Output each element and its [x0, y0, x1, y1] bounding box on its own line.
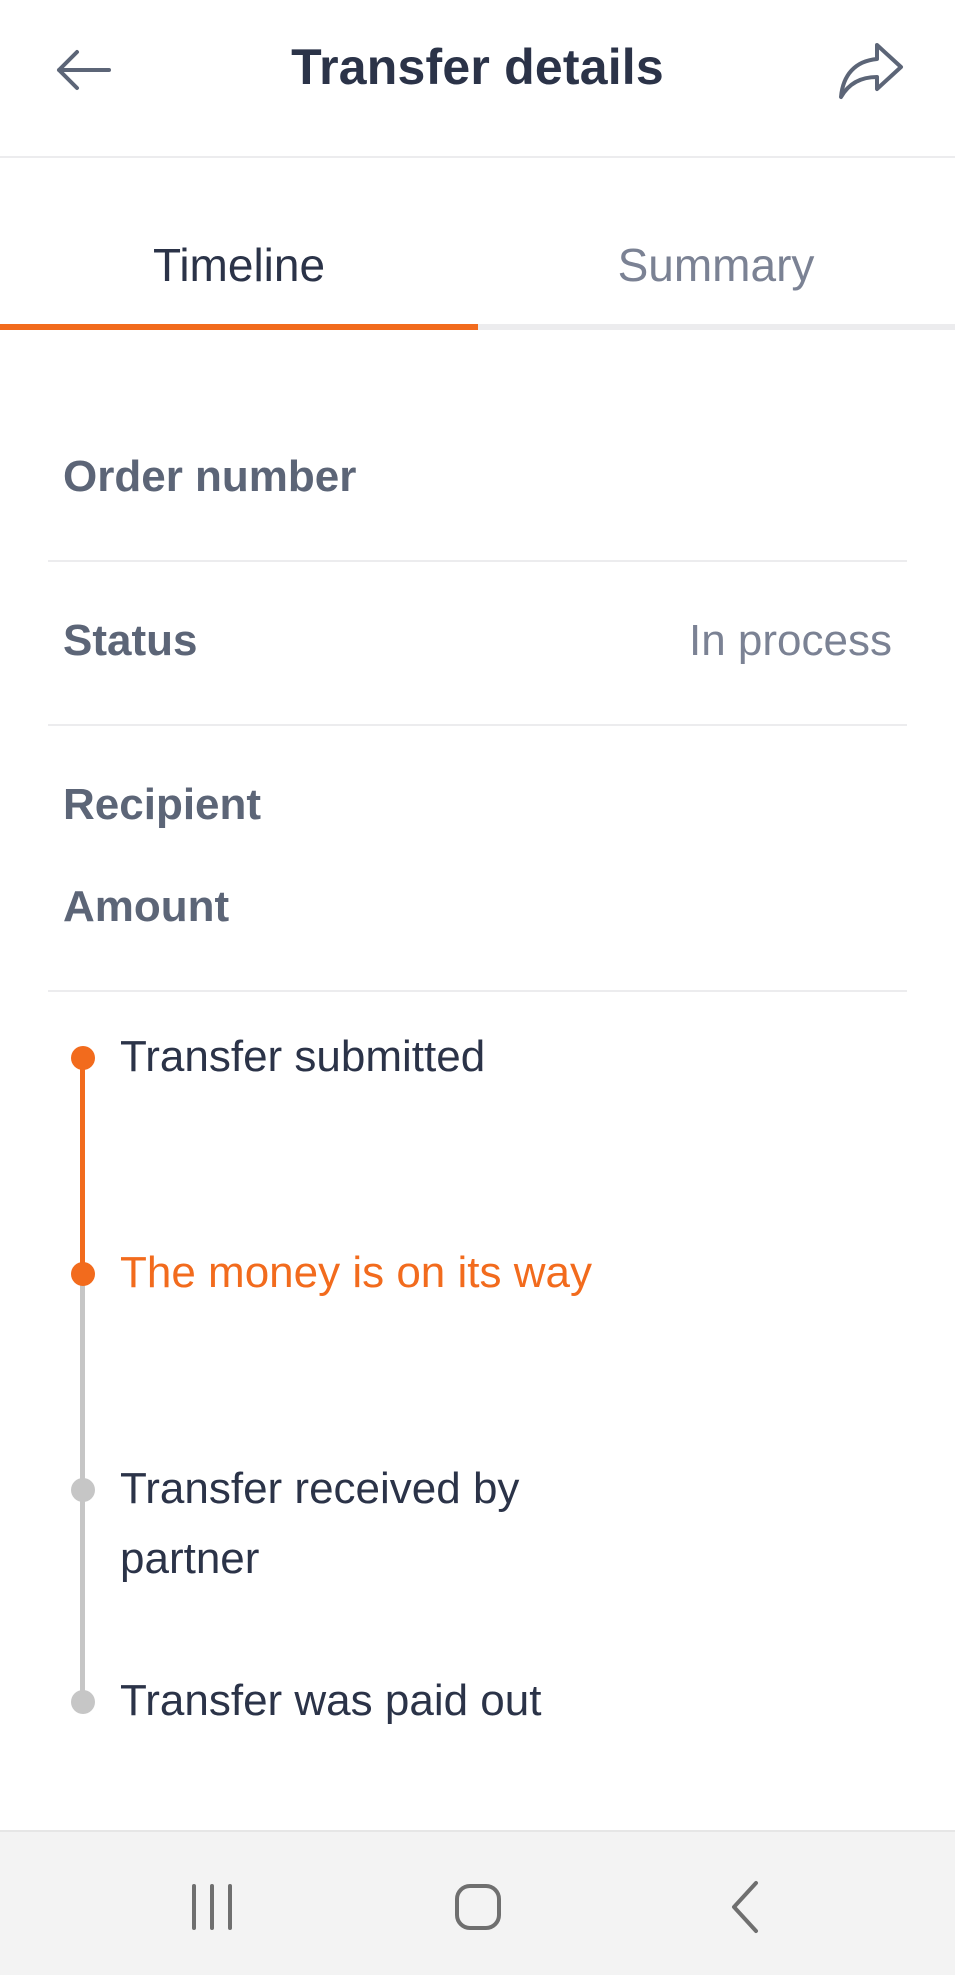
tab-timeline[interactable]: Timeline	[0, 238, 478, 292]
amount-label: Amount	[63, 882, 230, 931]
step-dot-pending	[71, 1690, 95, 1714]
tab-bar: Timeline Summary	[0, 160, 955, 332]
home-icon	[455, 1884, 501, 1930]
timeline-step: Transfer submitted	[120, 1032, 486, 1081]
system-back-button[interactable]	[706, 1872, 786, 1942]
step-dot-current	[71, 1262, 95, 1286]
share-button[interactable]	[835, 36, 907, 106]
status-value: In process	[689, 616, 892, 665]
timeline-step: Transfer received by partner	[120, 1464, 520, 1583]
share-arrow-icon	[839, 43, 903, 99]
recent-apps-button[interactable]	[172, 1872, 252, 1942]
page-title: Transfer details	[291, 39, 664, 95]
status-label: Status	[63, 616, 198, 665]
divider	[48, 560, 907, 562]
recent-apps-icon	[192, 1884, 232, 1930]
transfer-details-screen: Transfer details Timeline Summary Order …	[0, 0, 955, 1975]
order-number-label: Order number	[63, 452, 357, 501]
timeline-progress-line	[80, 1058, 85, 1274]
recipient-label: Recipient	[63, 780, 262, 829]
system-navigation-bar	[0, 1830, 955, 1975]
divider	[48, 724, 907, 726]
app-header: Transfer details	[0, 0, 955, 158]
home-button[interactable]	[438, 1872, 518, 1942]
active-tab-indicator	[0, 324, 478, 330]
tab-summary[interactable]: Summary	[477, 238, 955, 292]
chevron-left-icon	[732, 1881, 758, 1933]
divider	[48, 990, 907, 992]
timeline-step-current: The money is on its way	[120, 1248, 592, 1297]
step-dot-done	[71, 1046, 95, 1070]
step-dot-pending	[71, 1478, 95, 1502]
timeline-step: Transfer was paid out	[120, 1676, 542, 1725]
